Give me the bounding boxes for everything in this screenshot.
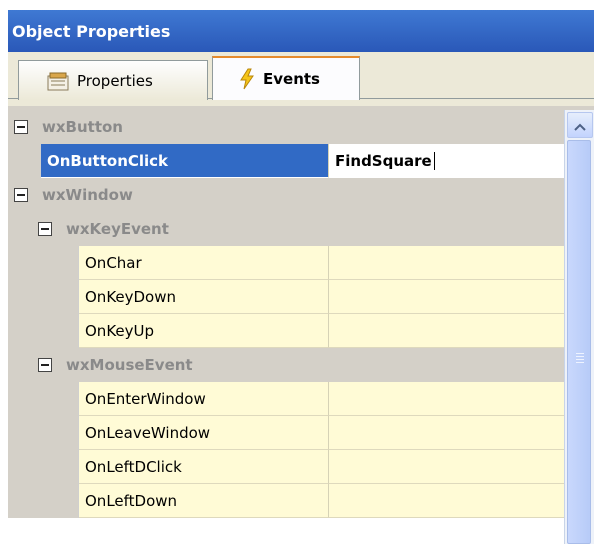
- property-name: OnEnterWindow: [79, 382, 329, 416]
- vertical-scrollbar[interactable]: [564, 110, 594, 544]
- scroll-thumb[interactable]: [567, 140, 591, 544]
- property-row-onbuttonclick[interactable]: OnButtonClick FindSquare: [8, 144, 564, 178]
- category-label: wxKeyEvent: [66, 220, 169, 238]
- lightning-icon: [239, 68, 255, 90]
- property-value[interactable]: [329, 450, 564, 484]
- category-wxkeyevent[interactable]: wxKeyEvent: [8, 212, 564, 246]
- collapse-icon[interactable]: [38, 358, 52, 372]
- property-value-input[interactable]: FindSquare: [329, 144, 564, 178]
- property-value[interactable]: [329, 382, 564, 416]
- property-row[interactable]: OnLeftDown: [8, 484, 564, 518]
- property-name: OnLeftDown: [79, 484, 329, 518]
- collapse-icon[interactable]: [38, 222, 52, 236]
- scroll-up-button[interactable]: [567, 112, 593, 138]
- property-name: OnButtonClick: [41, 144, 329, 178]
- property-row[interactable]: OnKeyUp: [8, 314, 564, 348]
- property-name: OnKeyDown: [79, 280, 329, 314]
- property-name: OnLeaveWindow: [79, 416, 329, 450]
- property-row[interactable]: OnLeaveWindow: [8, 416, 564, 450]
- property-value[interactable]: [329, 280, 564, 314]
- tab-events-label: Events: [263, 70, 320, 88]
- collapse-icon[interactable]: [14, 188, 28, 202]
- category-label: wxMouseEvent: [66, 356, 193, 374]
- collapse-icon[interactable]: [14, 120, 28, 134]
- text-cursor: [433, 151, 435, 170]
- property-value[interactable]: [329, 416, 564, 450]
- category-wxwindow[interactable]: wxWindow: [8, 178, 564, 212]
- property-value[interactable]: [329, 246, 564, 280]
- category-wxmouseevent[interactable]: wxMouseEvent: [8, 348, 564, 382]
- tab-properties[interactable]: Properties: [18, 60, 208, 100]
- property-value[interactable]: [329, 484, 564, 518]
- panel-title: Object Properties: [8, 10, 594, 52]
- property-row[interactable]: OnKeyDown: [8, 280, 564, 314]
- property-row[interactable]: OnChar: [8, 246, 564, 280]
- property-value[interactable]: [329, 314, 564, 348]
- tab-strip: Properties Events: [8, 52, 594, 106]
- property-row[interactable]: OnEnterWindow: [8, 382, 564, 416]
- properties-icon: [47, 71, 69, 91]
- property-name: OnLeftDClick: [79, 450, 329, 484]
- property-grid: wxButton OnButtonClick FindSquare wxWind…: [8, 110, 564, 544]
- chevron-up-icon: [574, 116, 586, 135]
- tab-events[interactable]: Events: [212, 56, 360, 100]
- tab-properties-label: Properties: [77, 71, 153, 90]
- property-name: OnChar: [79, 246, 329, 280]
- category-label: wxWindow: [42, 186, 133, 204]
- object-properties-panel: Object Properties Properties Events wxBu…: [8, 10, 594, 544]
- property-name: OnKeyUp: [79, 314, 329, 348]
- category-label: wxButton: [42, 118, 123, 136]
- property-row[interactable]: OnLeftDClick: [8, 450, 564, 484]
- category-wxbutton[interactable]: wxButton: [8, 110, 564, 144]
